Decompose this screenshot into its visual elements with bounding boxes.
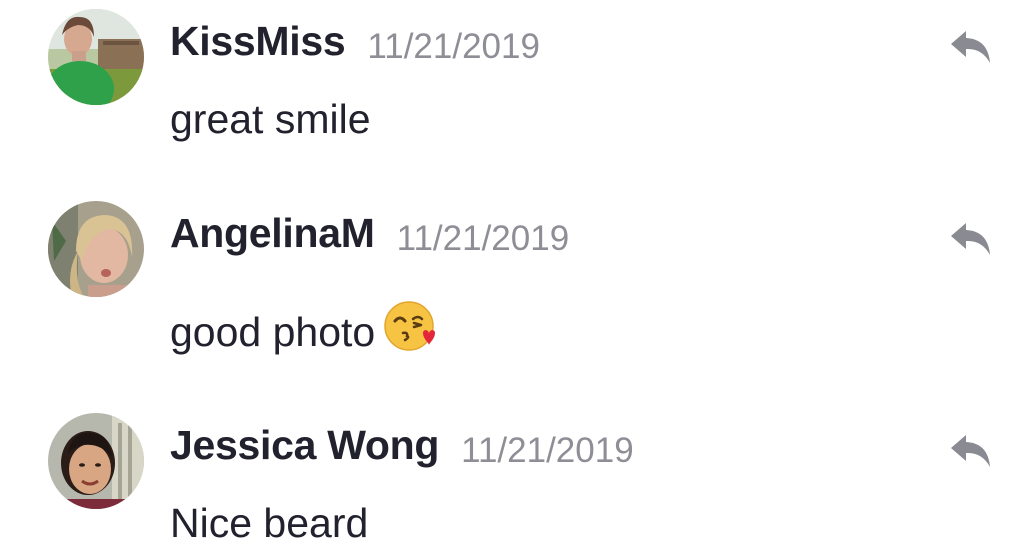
reply-icon	[951, 31, 990, 63]
comment-header: Jessica Wong 11/21/2019	[170, 422, 634, 470]
comment-date: 11/21/2019	[461, 431, 634, 470]
comment-text: great smile	[170, 96, 371, 143]
user-avatar[interactable]	[48, 9, 144, 105]
user-avatar[interactable]	[48, 201, 144, 297]
comment-text: Nice beard	[170, 500, 368, 547]
comment-text-content: Nice beard	[170, 500, 369, 546]
user-avatar[interactable]	[48, 413, 144, 509]
comment-text: good photo	[170, 301, 437, 367]
reply-icon	[951, 435, 990, 467]
comment-date: 11/21/2019	[367, 27, 540, 66]
reply-icon	[951, 223, 990, 255]
comment-author[interactable]: KissMiss	[170, 18, 346, 64]
comment-text-content: good photo	[170, 308, 376, 355]
reply-button[interactable]	[948, 27, 994, 67]
comment-author[interactable]: Jessica Wong	[170, 422, 439, 468]
comment-header: KissMiss 11/21/2019	[170, 18, 540, 66]
reply-button[interactable]	[948, 431, 994, 471]
reply-button[interactable]	[948, 219, 994, 259]
face-blowing-a-kiss-icon	[383, 299, 437, 363]
comment-author[interactable]: AngelinaM	[170, 210, 375, 256]
comment-text-content: great smile	[170, 96, 371, 142]
comment-date: 11/21/2019	[396, 219, 570, 258]
comment-header: AngelinaM 11/21/2019	[170, 210, 570, 258]
